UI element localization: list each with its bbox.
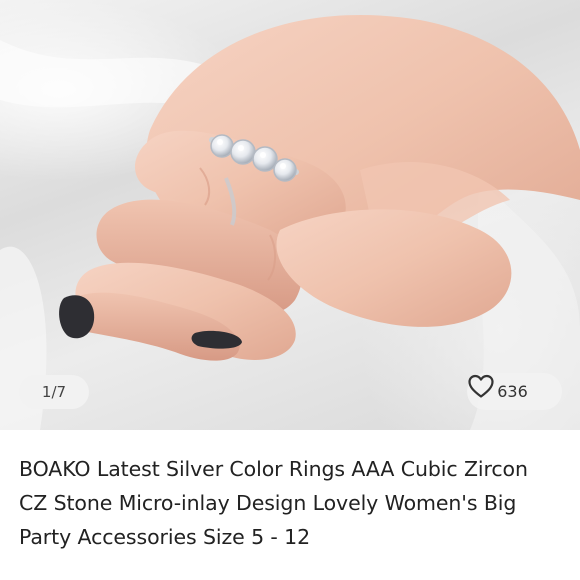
hand-with-ring-image — [0, 14, 580, 430]
product-photo[interactable]: 1/7 636 — [0, 0, 580, 430]
listing-caption: BOAKO Latest Silver Color Rings AAA Cubi… — [0, 430, 580, 580]
heart-icon[interactable] — [467, 373, 495, 399]
listing-title: BOAKO Latest Silver Color Rings AAA Cubi… — [19, 457, 528, 549]
image-counter: 1/7 — [19, 375, 89, 409]
like-count: 636 — [497, 382, 528, 401]
like-button[interactable]: 636 — [467, 373, 562, 410]
